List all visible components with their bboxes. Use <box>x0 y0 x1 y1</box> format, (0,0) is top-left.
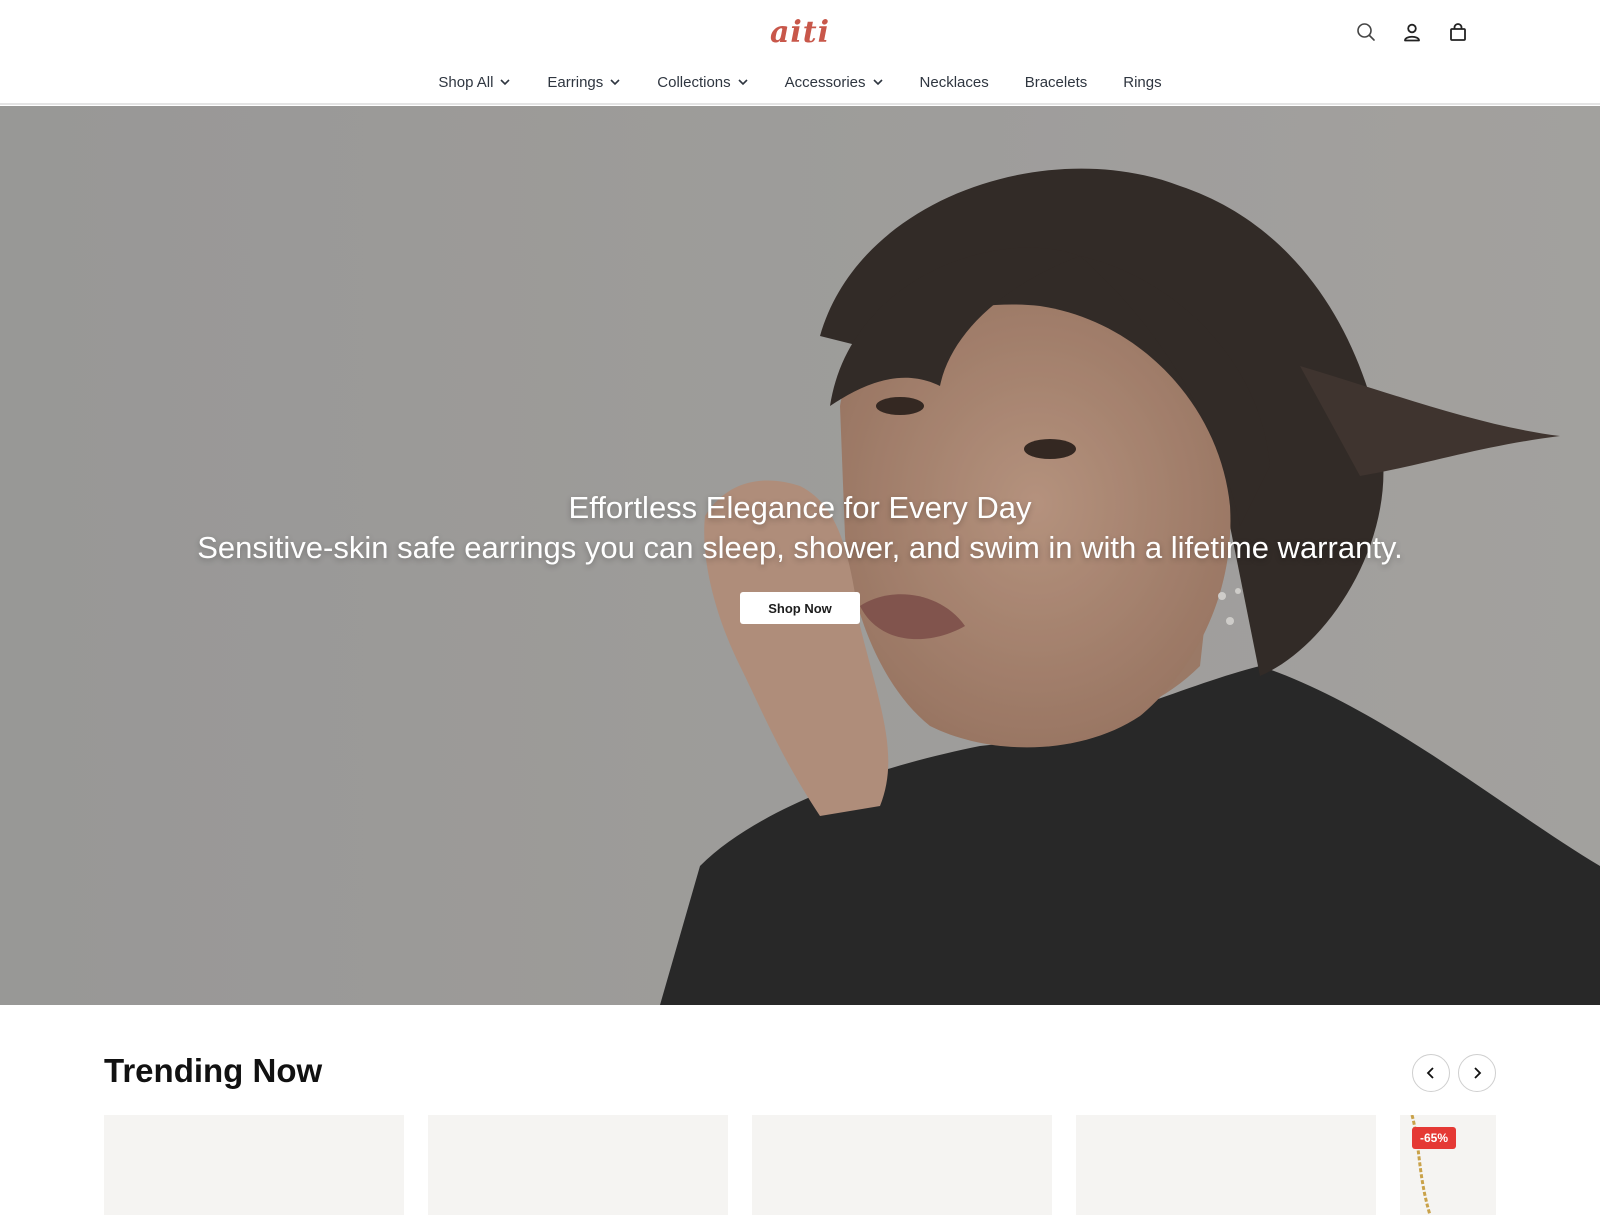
shop-now-button[interactable]: Shop Now <box>740 592 860 624</box>
nav-item-label: Necklaces <box>919 73 989 91</box>
chevron-right-icon <box>1474 1067 1482 1079</box>
discount-badge: -65% <box>1412 1127 1457 1149</box>
nav-item-label: Shop All <box>438 73 494 91</box>
nav-item-collections[interactable]: Collections <box>657 70 748 94</box>
hero-banner: Effortless Elegance for Every Day Sensit… <box>0 106 1600 1005</box>
nav-item-bracelets[interactable]: Bracelets <box>1025 70 1088 94</box>
search-icon[interactable] <box>1354 18 1378 46</box>
nav-item-accessories[interactable]: Accessories <box>785 70 884 94</box>
nav-item-label: Bracelets <box>1024 73 1088 91</box>
cart-icon[interactable] <box>1446 18 1470 46</box>
chevron-down-icon <box>610 79 620 86</box>
product-card[interactable] <box>428 1115 728 1215</box>
nav-item-label: Earrings <box>547 73 604 91</box>
main-nav: Shop All Earrings Collections Accessorie… <box>0 70 1600 94</box>
brand-logo[interactable]: aiti <box>760 14 840 50</box>
chevron-down-icon <box>872 79 883 86</box>
chevron-down-icon <box>738 79 748 86</box>
product-card[interactable] <box>104 1115 404 1215</box>
hero-subtitle: Sensitive-skin safe earrings you can sle… <box>197 530 1403 565</box>
account-icon[interactable] <box>1400 18 1424 46</box>
chevron-left-icon <box>1426 1067 1434 1079</box>
nav-item-necklaces[interactable]: Necklaces <box>920 70 989 94</box>
header-icons <box>1354 18 1470 46</box>
chevron-down-icon <box>500 79 510 86</box>
hero-text: Effortless Elegance for Every Day Sensit… <box>0 488 1600 568</box>
nav-item-shop-all[interactable]: Shop All <box>438 70 511 94</box>
carousel-prev-button[interactable] <box>1412 1054 1450 1092</box>
nav-item-label: Collections <box>657 73 731 91</box>
hero-title: Effortless Elegance for Every Day <box>568 490 1032 525</box>
nav-item-label: Accessories <box>784 73 866 91</box>
product-card[interactable] <box>752 1115 1052 1215</box>
product-card[interactable] <box>1076 1115 1376 1215</box>
carousel-next-button[interactable] <box>1458 1054 1496 1092</box>
nav-item-rings[interactable]: Rings <box>1123 70 1161 94</box>
nav-item-earrings[interactable]: Earrings <box>547 70 621 94</box>
site-header: aiti Shop All Earrings Collections Acces… <box>0 0 1600 105</box>
product-card[interactable]: -65% <box>1400 1115 1496 1215</box>
nav-item-label: Rings <box>1123 73 1162 91</box>
section-title: Trending Now <box>104 1052 323 1089</box>
